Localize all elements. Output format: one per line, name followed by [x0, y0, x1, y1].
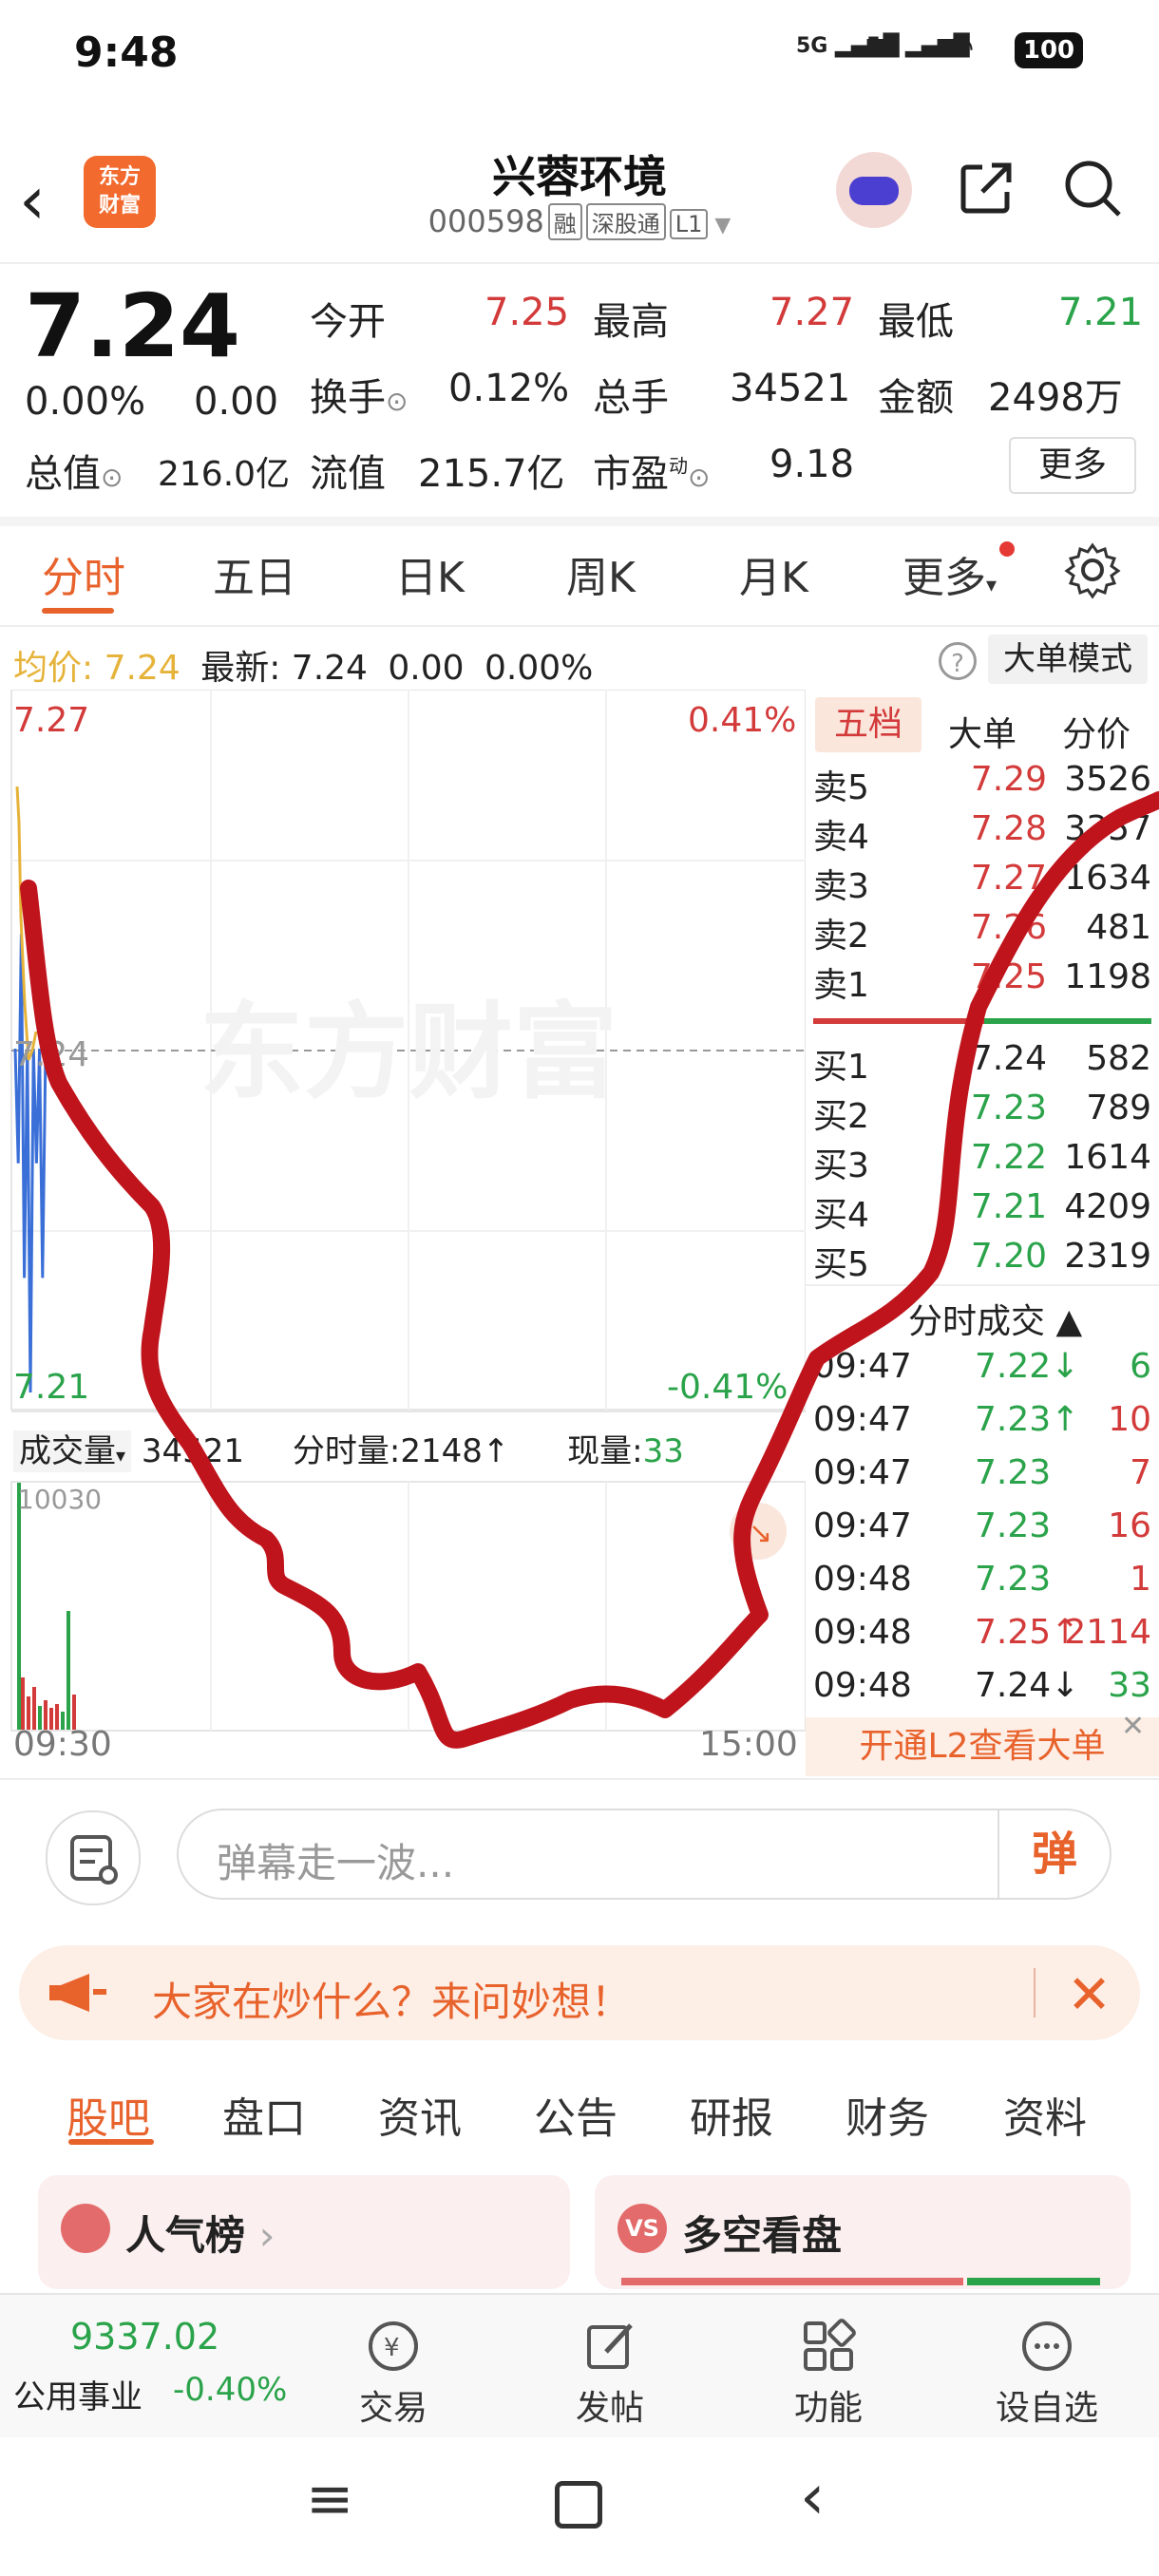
hand-drawn-annotation — [20, 791, 1159, 1749]
